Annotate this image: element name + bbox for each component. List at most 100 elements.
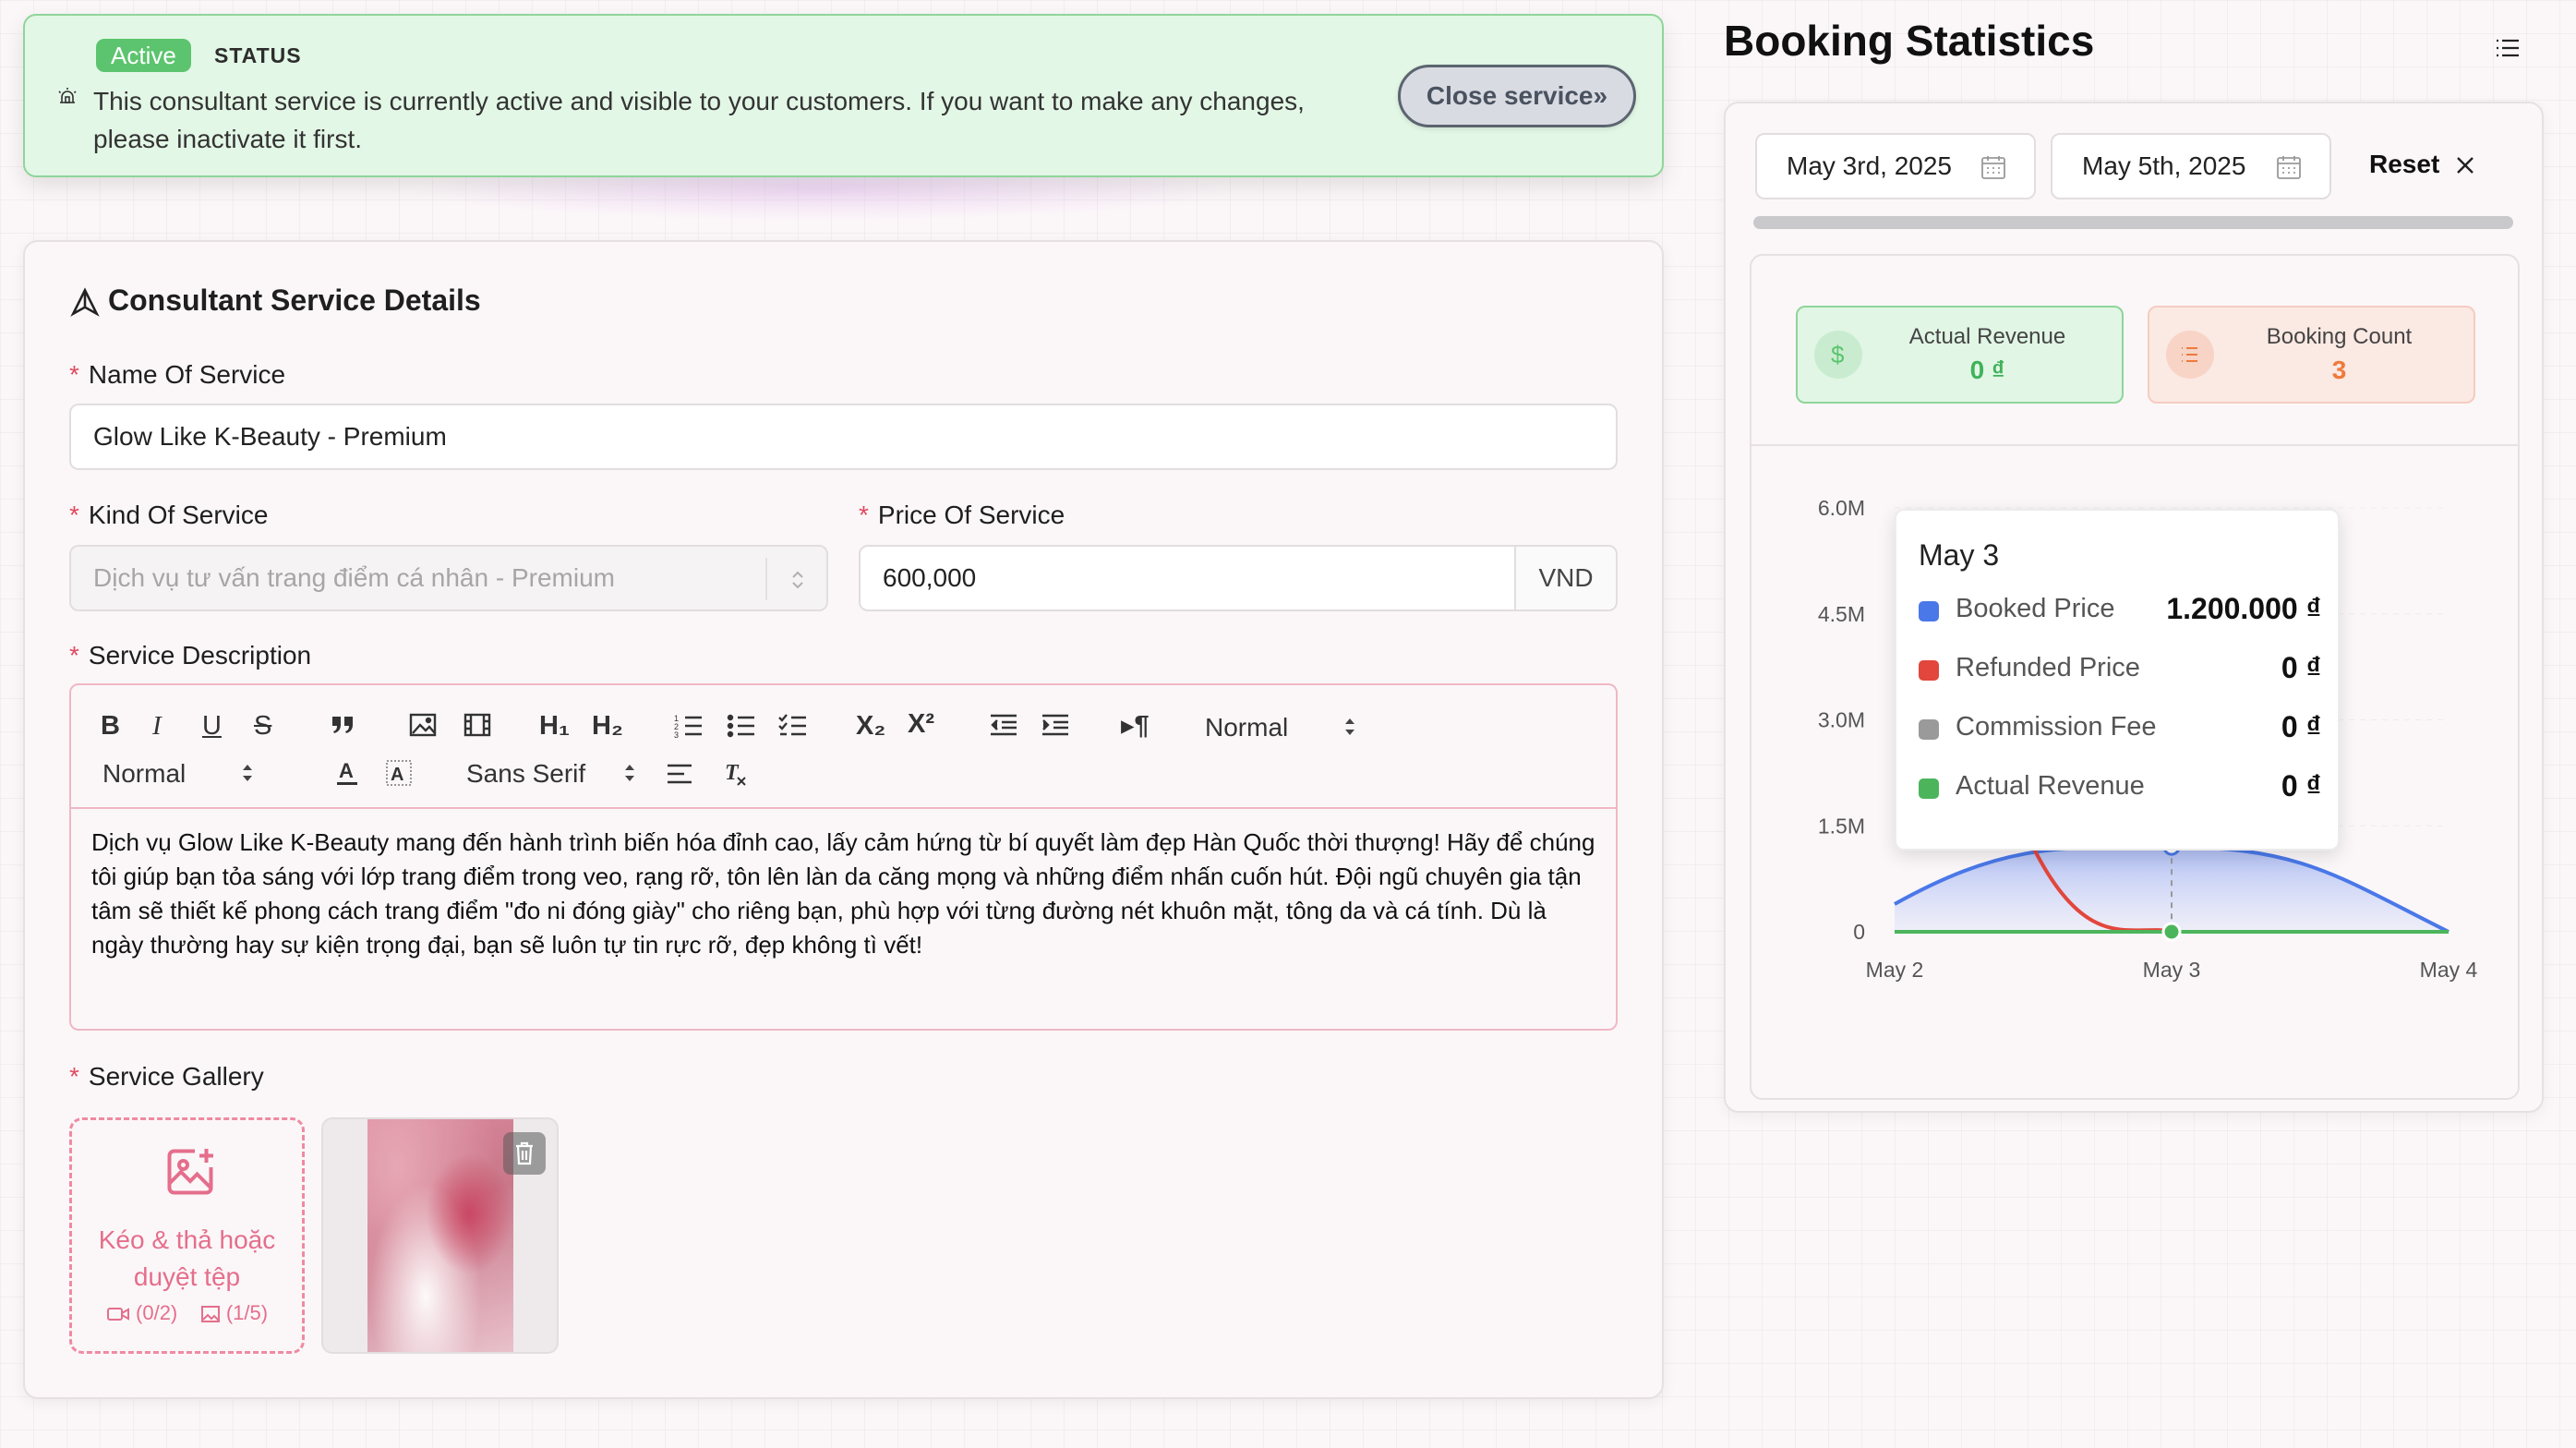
editor-toolbar: B I U S H₁ H₂ 123 X₂ X² ▸¶ Normal Normal… bbox=[71, 685, 1616, 809]
tooltip-title: May 3 bbox=[1919, 538, 2000, 572]
image-count-icon bbox=[200, 1305, 221, 1323]
status-message: This consultant service is currently act… bbox=[93, 87, 1305, 153]
tooltip-row: Booked Price 1.200.000 ₫ bbox=[1919, 592, 2321, 629]
video-camera-icon bbox=[106, 1305, 130, 1323]
strike-button[interactable]: S bbox=[254, 709, 271, 742]
stats-title: Booking Statistics bbox=[1724, 17, 2095, 65]
image-icon[interactable] bbox=[409, 713, 437, 737]
gallery-thumbnail[interactable] bbox=[321, 1117, 559, 1354]
horizontal-scrollbar[interactable] bbox=[1753, 216, 2513, 229]
header-select-value: Normal bbox=[1205, 713, 1289, 742]
tooltip-series-name: Commission Fee bbox=[1956, 712, 2157, 742]
description-label: * Service Description bbox=[69, 641, 312, 670]
outdent-icon[interactable] bbox=[989, 713, 1018, 737]
tooltip-row: Refunded Price 0 ₫ bbox=[1919, 651, 2321, 688]
service-name-input[interactable]: Glow Like K-Beauty - Premium bbox=[69, 404, 1618, 470]
text-color-icon[interactable]: A bbox=[335, 759, 359, 789]
svg-text:A: A bbox=[391, 765, 403, 785]
chart-tooltip: May 3 Booked Price 1.200.000 ₫ Refunded Pr… bbox=[1895, 509, 2340, 851]
tooltip-series-value: 1.200.000 ₫ bbox=[2166, 592, 2321, 625]
list-menu-icon[interactable] bbox=[2495, 37, 2521, 59]
align-left-icon[interactable] bbox=[666, 763, 693, 785]
image-add-icon bbox=[163, 1144, 218, 1200]
date-to-input[interactable]: May 5th, 2025 bbox=[2051, 133, 2331, 199]
svg-text:T: T bbox=[725, 761, 740, 785]
checklist-icon[interactable] bbox=[778, 713, 808, 739]
status-banner: Active STATUS This consultant service is… bbox=[23, 14, 1664, 177]
gallery-image bbox=[367, 1119, 513, 1352]
superscript-button[interactable]: X² bbox=[908, 707, 934, 741]
close-icon[interactable] bbox=[2455, 155, 2475, 175]
legend-swatch bbox=[1919, 719, 1939, 740]
size-select-value: Normal bbox=[102, 759, 187, 788]
upload-counts: (0/2) (1/5) bbox=[72, 1301, 302, 1325]
booking-count-metric: Booking Count 3 bbox=[2148, 306, 2475, 404]
name-label: * Name Of Service bbox=[69, 360, 286, 389]
price-label: * Price Of Service bbox=[859, 501, 1065, 529]
underline-button[interactable]: U bbox=[202, 709, 222, 742]
date-from-input[interactable]: May 3rd, 2025 bbox=[1755, 133, 2036, 199]
bold-button[interactable]: B bbox=[101, 709, 120, 742]
select-arrows-icon bbox=[1343, 715, 1356, 739]
background-color-icon[interactable]: A bbox=[385, 759, 413, 787]
calendar-icon bbox=[2276, 154, 2302, 180]
image-count: (1/5) bbox=[225, 1301, 269, 1324]
revenue-label: Actual Revenue bbox=[1908, 324, 2066, 349]
service-kind-value: Dịch vụ tư vấn trang điểm cá nhân - Prem… bbox=[93, 563, 615, 592]
calendar-icon bbox=[1980, 154, 2006, 180]
tooltip-series-value: 0 ₫ bbox=[2281, 769, 2321, 802]
booking-count-value: 3 bbox=[2331, 356, 2347, 384]
status-badge: Active bbox=[96, 39, 191, 72]
service-icon bbox=[69, 286, 101, 318]
font-select[interactable]: Sans Serif bbox=[466, 757, 634, 790]
tooltip-series-name: Refunded Price bbox=[1956, 653, 2140, 682]
size-select[interactable]: Normal bbox=[102, 757, 252, 790]
service-kind-select[interactable]: Dịch vụ tư vấn trang điểm cá nhân - Prem… bbox=[69, 545, 828, 611]
upload-dropzone[interactable]: Kéo & thả hoặc duyệt tệp (0/2) (1/5) bbox=[69, 1117, 305, 1354]
currency-addon: VND bbox=[1514, 547, 1616, 609]
legend-swatch bbox=[1919, 778, 1939, 799]
close-service-button[interactable]: Close service» bbox=[1398, 65, 1636, 127]
heading2-button[interactable]: H₂ bbox=[592, 709, 623, 742]
text-direction-button[interactable]: ▸¶ bbox=[1121, 709, 1150, 742]
subscript-button[interactable]: X₂ bbox=[856, 709, 885, 742]
price-value: 600,000 bbox=[883, 563, 977, 592]
card-title: Consultant Service Details bbox=[108, 284, 481, 317]
indent-icon[interactable] bbox=[1041, 713, 1070, 737]
trash-icon bbox=[516, 1141, 533, 1165]
booking-count-label: Booking Count bbox=[2266, 324, 2413, 349]
svg-text:3: 3 bbox=[674, 730, 679, 739]
italic-button[interactable]: I bbox=[152, 709, 162, 742]
delete-image-button[interactable] bbox=[503, 1132, 546, 1175]
upload-instructions: Kéo & thả hoặc duyệt tệp bbox=[98, 1225, 276, 1291]
legend-swatch bbox=[1919, 601, 1939, 621]
video-count: (0/2) bbox=[136, 1301, 178, 1324]
heading1-button[interactable]: H₁ bbox=[539, 709, 570, 742]
legend-swatch bbox=[1919, 660, 1939, 681]
alarm-icon bbox=[56, 86, 78, 108]
metrics-divider bbox=[1751, 444, 2518, 446]
date-to-value: May 5th, 2025 bbox=[2082, 151, 2246, 180]
video-icon[interactable] bbox=[463, 713, 491, 737]
description-text[interactable]: Dịch vụ Glow Like K-Beauty mang đến hành… bbox=[91, 826, 1596, 962]
select-divider bbox=[765, 558, 767, 600]
clear-format-icon[interactable]: T bbox=[723, 759, 751, 787]
select-arrows-icon bbox=[241, 761, 254, 785]
tooltip-row: Actual Revenue 0 ₫ bbox=[1919, 769, 2321, 806]
header-select[interactable]: Normal bbox=[1205, 711, 1354, 744]
tooltip-series-value: 0 ₫ bbox=[2281, 710, 2321, 743]
tooltip-series-value: 0 ₫ bbox=[2281, 651, 2321, 684]
ordered-list-icon[interactable]: 123 bbox=[674, 713, 704, 739]
bullet-list-icon[interactable] bbox=[727, 713, 756, 739]
gallery-label: * Service Gallery bbox=[69, 1062, 264, 1091]
reset-button[interactable]: Reset bbox=[2369, 150, 2439, 179]
service-details-card: Consultant Service Details * Name Of Serv… bbox=[23, 240, 1664, 1399]
revenue-value: 0 ₫ bbox=[1969, 356, 2005, 384]
tooltip-row: Commission Fee 0 ₫ bbox=[1919, 710, 2321, 747]
revenue-metric: $ Actual Revenue 0 ₫ bbox=[1796, 306, 2124, 404]
select-arrows-icon bbox=[623, 761, 636, 785]
quote-icon[interactable] bbox=[330, 713, 355, 737]
service-price-input[interactable]: 600,000 VND bbox=[859, 545, 1618, 611]
kind-label: * Kind Of Service bbox=[69, 501, 269, 529]
svg-text:A: A bbox=[339, 759, 354, 782]
